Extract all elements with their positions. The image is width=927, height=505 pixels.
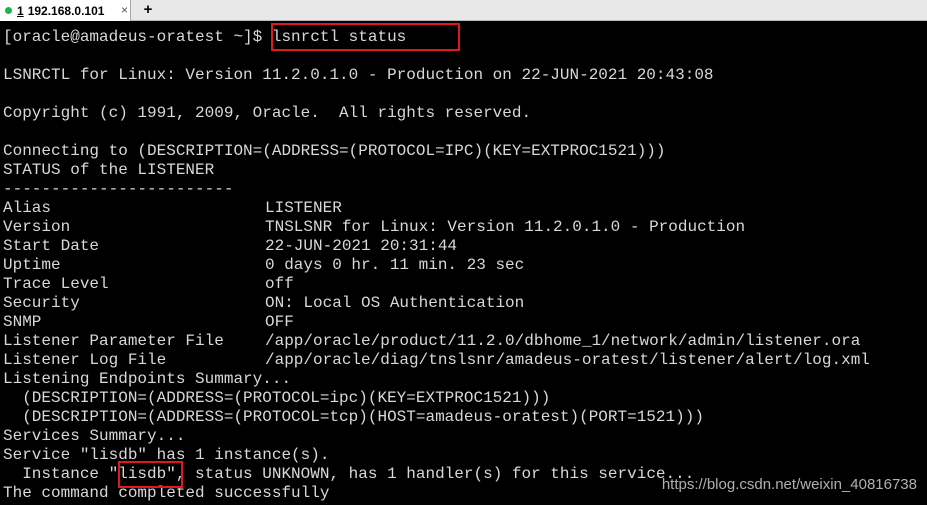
command-highlight-box [271, 23, 460, 51]
copyright-line: Copyright (c) 1991, 2009, Oracle. All ri… [3, 104, 532, 122]
session-tab-host: 192.168.0.101 [27, 3, 105, 18]
field-value: 22-JUN-2021 20:31:44 [265, 237, 458, 255]
field-key: Start Date [3, 237, 100, 255]
field-key: Listener Parameter File [3, 332, 224, 350]
status-separator: ------------------------ [3, 180, 234, 198]
instance-prefix: Instance " [3, 465, 119, 483]
field-row: Version TNSLSNR for Linux: Version 11.2.0… [3, 218, 745, 237]
status-header: STATUS of the LISTENER [3, 161, 215, 179]
session-tab-bar: 1 192.168.0.101 × + [0, 0, 927, 21]
instance-suffix: ", status UNKNOWN, has 1 handler(s) for … [166, 465, 695, 483]
new-tab-button[interactable]: + [139, 0, 157, 21]
connecting-line: Connecting to (DESCRIPTION=(ADDRESS=(PRO… [3, 142, 666, 160]
session-tab-number: 1 [17, 3, 24, 18]
field-value: OFF [265, 313, 294, 331]
field-value: LISTENER [265, 199, 342, 217]
field-value: ON: Local OS Authentication [265, 294, 525, 312]
field-key: SNMP [3, 313, 42, 331]
endpoint-line: (DESCRIPTION=(ADDRESS=(PROTOCOL=ipc)(KEY… [3, 389, 551, 407]
field-row: Start Date 22-JUN-2021 20:31:44 [3, 237, 457, 256]
field-value: /app/oracle/product/11.2.0/dbhome_1/netw… [265, 332, 861, 350]
services-header: Services Summary... [3, 427, 186, 445]
field-key: Version [3, 218, 71, 236]
field-row: Trace Level off [3, 275, 294, 294]
field-row: Security ON: Local OS Authentication [3, 294, 524, 313]
field-value: TNSLSNR for Linux: Version 11.2.0.1.0 - … [265, 218, 746, 236]
close-tab-icon[interactable]: × [121, 0, 128, 21]
connection-status-icon [5, 7, 12, 14]
instance-line: Instance "lisdb", status UNKNOWN, has 1 … [3, 465, 694, 484]
field-row: Uptime 0 days 0 hr. 11 min. 23 sec [3, 256, 524, 275]
field-row: Listener Log File/app/oracle/diag/tnslsn… [3, 351, 870, 370]
field-value: 0 days 0 hr. 11 min. 23 sec [265, 256, 525, 274]
field-row: Listener Parameter File/app/oracle/produ… [3, 332, 860, 351]
field-key: Listener Log File [3, 351, 167, 369]
field-key: Alias [3, 199, 52, 217]
shell-prompt: [oracle@amadeus-oratest ~]$ [3, 28, 272, 46]
field-key: Trace Level [3, 275, 109, 293]
instance-highlight-box [118, 461, 183, 488]
endpoints-header: Listening Endpoints Summary... [3, 370, 292, 388]
field-value: off [265, 275, 294, 293]
field-key: Uptime [3, 256, 61, 274]
watermark-text: https://blog.csdn.net/weixin_40816738 [661, 476, 917, 493]
field-row: Alias LISTENER [3, 199, 342, 218]
version-line: LSNRCTL for Linux: Version 11.2.0.1.0 - … [3, 66, 714, 84]
field-row: SNMP OFF [3, 313, 294, 332]
field-value: /app/oracle/diag/tnslsnr/amadeus-oratest… [265, 351, 870, 369]
endpoint-line: (DESCRIPTION=(ADDRESS=(PROTOCOL=tcp)(HOS… [3, 408, 704, 426]
session-tab[interactable]: 1 192.168.0.101 × [0, 0, 131, 21]
field-key: Security [3, 294, 80, 312]
terminal-output[interactable]: [oracle@amadeus-oratest ~]$ lsnrctl stat… [0, 22, 927, 505]
